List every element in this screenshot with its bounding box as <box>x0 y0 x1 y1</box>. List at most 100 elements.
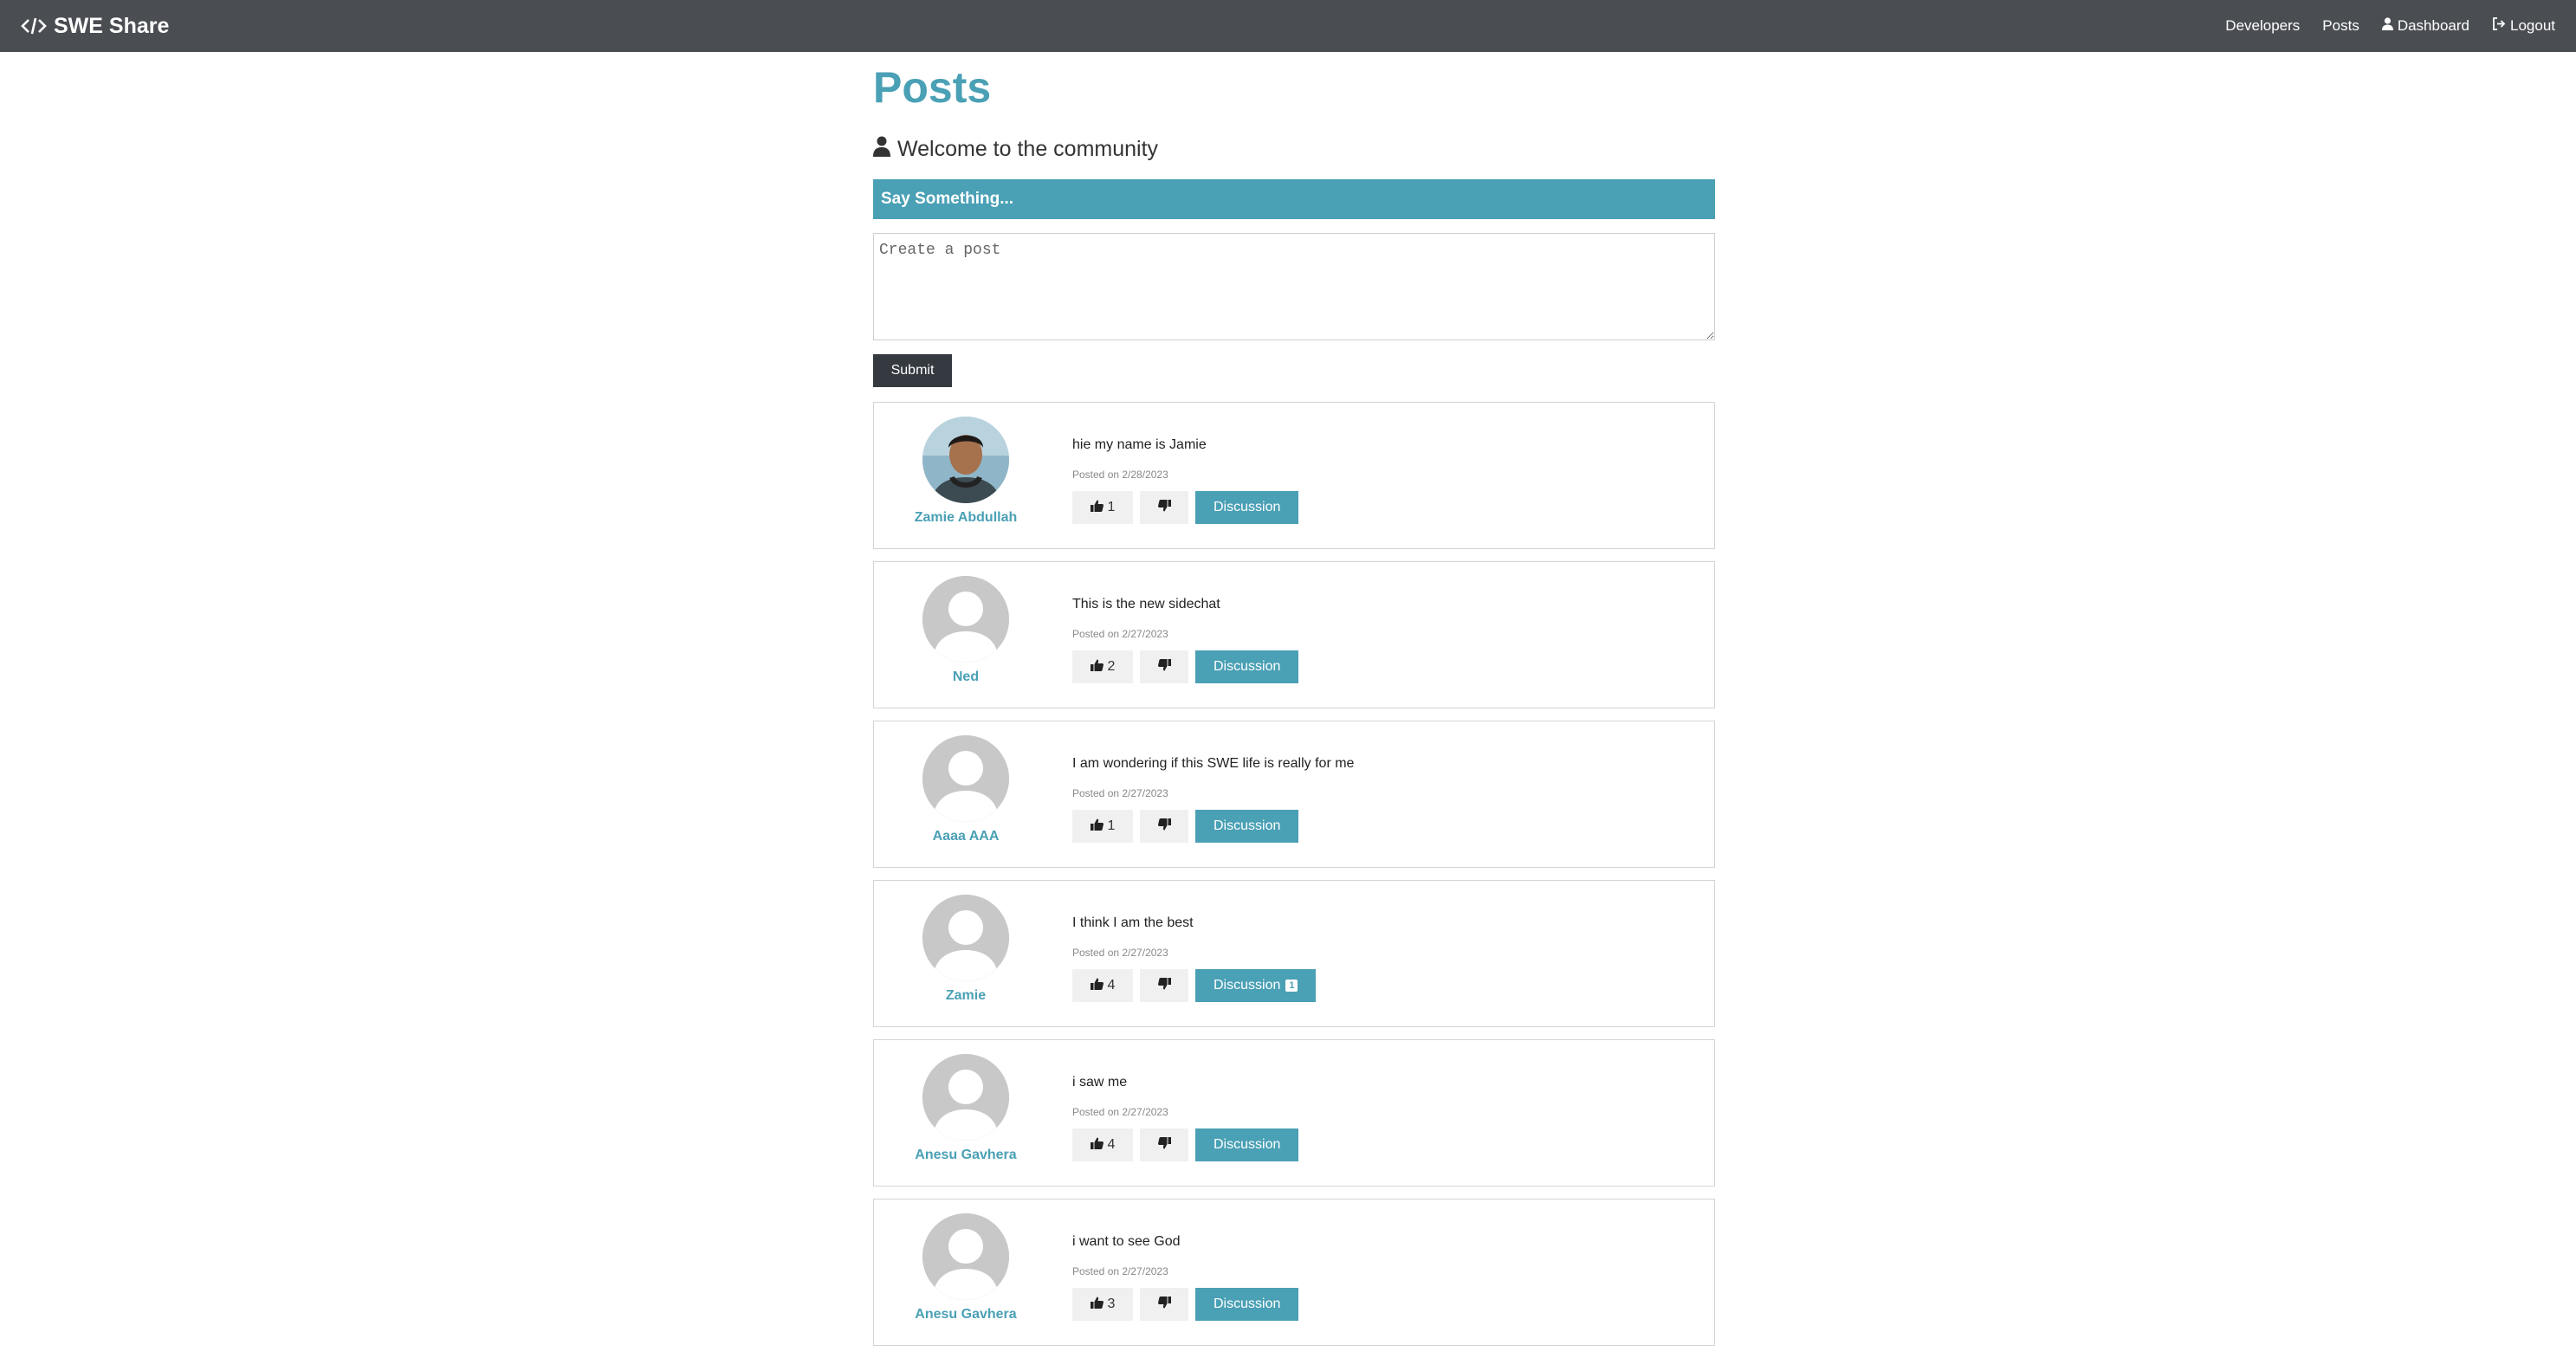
post-text: hie my name is Jamie <box>1072 437 1207 452</box>
post-text: I am wondering if this SWE life is reall… <box>1072 756 1355 771</box>
like-button[interactable]: 1 <box>1072 491 1133 524</box>
brand-name: SWE Share <box>54 13 170 38</box>
post-content: hie my name is Jamie Posted on 2/28/2023… <box>1072 403 1299 524</box>
post-text: I think I am the best <box>1072 915 1194 930</box>
thumbs-up-icon <box>1090 818 1104 835</box>
author-name[interactable]: Anesu Gavhera <box>915 1307 1016 1322</box>
thumbs-down-icon <box>1157 1136 1171 1154</box>
like-count: 4 <box>1107 978 1116 993</box>
discussion-label: Discussion <box>1214 1297 1281 1311</box>
discussion-button[interactable]: Discussion <box>1195 810 1299 843</box>
post-item: Zamie I think I am the best Posted on 2/… <box>873 880 1715 1027</box>
author-name[interactable]: Zamie Abdullah <box>915 510 1018 526</box>
post-date: Posted on 2/27/2023 <box>1072 628 1168 640</box>
like-button[interactable]: 4 <box>1072 1128 1133 1161</box>
dislike-button[interactable] <box>1140 810 1188 843</box>
logout-icon <box>2492 17 2506 35</box>
submit-button[interactable]: Submit <box>873 354 952 387</box>
thumbs-up-icon <box>1090 659 1104 676</box>
nav-link-dashboard[interactable]: Dashboard <box>2381 17 2469 35</box>
discussion-button[interactable]: Discussion <box>1195 650 1299 683</box>
nav-link-developers[interactable]: Developers <box>2225 17 2300 35</box>
dislike-button[interactable] <box>1140 969 1188 1002</box>
create-post-textarea[interactable] <box>873 233 1715 340</box>
discussion-label: Discussion <box>1214 1137 1281 1152</box>
post-date: Posted on 2/27/2023 <box>1072 1106 1168 1118</box>
default-avatar-icon <box>922 735 1009 822</box>
discussion-label: Discussion <box>1214 500 1281 514</box>
author-name[interactable]: Ned <box>953 669 979 685</box>
thumbs-up-icon <box>1090 1137 1104 1154</box>
like-button[interactable]: 3 <box>1072 1288 1133 1321</box>
author-name[interactable]: Anesu Gavhera <box>915 1148 1016 1163</box>
nav-link-label: Logout <box>2510 17 2555 34</box>
user-icon <box>873 136 890 163</box>
like-count: 2 <box>1107 659 1116 674</box>
post-date: Posted on 2/27/2023 <box>1072 947 1168 959</box>
like-button[interactable]: 1 <box>1072 810 1133 843</box>
default-avatar-icon <box>922 576 1009 663</box>
dislike-button[interactable] <box>1140 650 1188 683</box>
post-date: Posted on 2/28/2023 <box>1072 469 1168 481</box>
post-content: I think I am the best Posted on 2/27/202… <box>1072 881 1317 1002</box>
post-date: Posted on 2/27/2023 <box>1072 1265 1168 1277</box>
post-date: Posted on 2/27/2023 <box>1072 787 1168 799</box>
discussion-label: Discussion <box>1214 659 1281 674</box>
discussion-button[interactable]: Discussion <box>1195 1288 1299 1321</box>
thumbs-down-icon <box>1157 658 1171 676</box>
post-content: This is the new sidechat Posted on 2/27/… <box>1072 562 1299 683</box>
discussion-label: Discussion <box>1214 818 1281 833</box>
post-content: i want to see God Posted on 2/27/2023 3 <box>1072 1200 1299 1321</box>
author-name[interactable]: Zamie <box>946 988 986 1004</box>
post-text: i saw me <box>1072 1075 1128 1090</box>
post-item: Zamie Abdullah hie my name is Jamie Post… <box>873 402 1715 549</box>
post-item: Aaaa AAA I am wondering if this SWE life… <box>873 721 1715 868</box>
thumbs-down-icon <box>1157 499 1171 516</box>
like-count: 1 <box>1107 500 1116 514</box>
code-icon <box>21 16 47 36</box>
thumbs-up-icon <box>1090 978 1104 994</box>
avatar[interactable] <box>922 1054 1009 1141</box>
like-button[interactable]: 4 <box>1072 969 1133 1002</box>
discussion-button[interactable]: Discussion <box>1195 491 1299 524</box>
default-avatar-icon <box>922 895 1009 981</box>
thumbs-down-icon <box>1157 1296 1171 1313</box>
dislike-button[interactable] <box>1140 491 1188 524</box>
author-name[interactable]: Aaaa AAA <box>933 829 1000 844</box>
like-count: 3 <box>1107 1297 1116 1311</box>
post-actions: 3 Discussion <box>1072 1288 1299 1321</box>
nav-link-label: Posts <box>2322 17 2359 34</box>
nav-link-posts[interactable]: Posts <box>2322 17 2359 35</box>
post-item: Anesu Gavhera i want to see God Posted o… <box>873 1199 1715 1346</box>
avatar[interactable] <box>922 417 1009 503</box>
dislike-button[interactable] <box>1140 1128 1188 1161</box>
nav-link-label: Dashboard <box>2397 17 2469 34</box>
user-icon <box>2381 17 2393 35</box>
avatar[interactable] <box>922 735 1009 822</box>
avatar[interactable] <box>922 1213 1009 1300</box>
post-item: Anesu Gavhera i saw me Posted on 2/27/20… <box>873 1039 1715 1187</box>
dislike-button[interactable] <box>1140 1288 1188 1321</box>
like-button[interactable]: 2 <box>1072 650 1133 683</box>
post-author-column: Zamie Abdullah <box>874 403 1058 548</box>
post-form-header: Say Something... <box>873 179 1715 219</box>
avatar[interactable] <box>922 576 1009 663</box>
avatar[interactable] <box>922 895 1009 981</box>
post-text: This is the new sidechat <box>1072 597 1220 611</box>
post-actions: 4 Discussion <box>1072 1128 1299 1161</box>
post-author-column: Anesu Gavhera <box>874 1200 1058 1345</box>
welcome-lead: Welcome to the community <box>873 136 1715 162</box>
thumbs-up-icon <box>1090 500 1104 516</box>
profile-photo <box>922 417 1009 503</box>
default-avatar-icon <box>922 1213 1009 1300</box>
discussion-button[interactable]: Discussion <box>1195 1128 1299 1161</box>
nav-link-logout[interactable]: Logout <box>2492 17 2555 35</box>
brand-link[interactable]: SWE Share <box>21 14 169 39</box>
post-content: I am wondering if this SWE life is reall… <box>1072 721 1354 843</box>
post-text: i want to see God <box>1072 1234 1181 1249</box>
discussion-label: Discussion <box>1214 978 1281 993</box>
post-actions: 1 Discussion <box>1072 810 1354 843</box>
post-author-column: Aaaa AAA <box>874 721 1058 867</box>
discussion-button[interactable]: Discussion 1 <box>1195 969 1317 1002</box>
post-actions: 2 Discussion <box>1072 650 1299 683</box>
